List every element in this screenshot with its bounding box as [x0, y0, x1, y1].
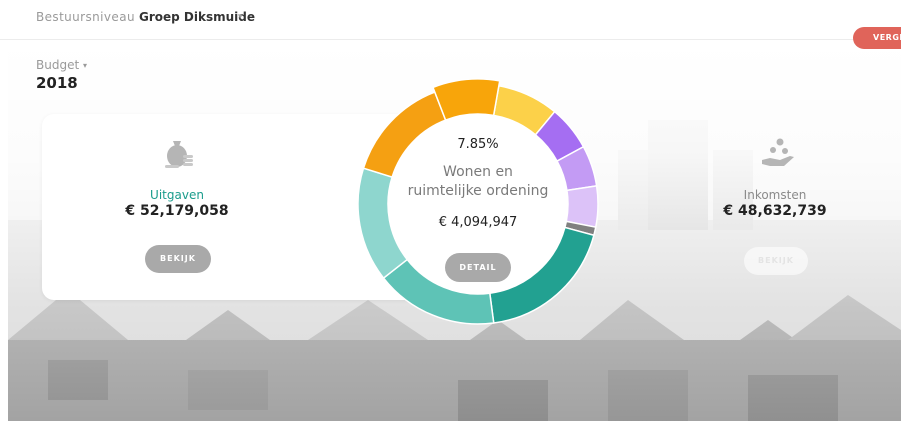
breadcrumb-label: Bestuursniveau — [36, 10, 135, 24]
chevron-down-icon[interactable]: ▾ — [83, 61, 87, 70]
money-bag-icon — [165, 141, 193, 168]
selected-category-value: € 4,094,947 — [438, 215, 518, 230]
income-value: € 48,632,739 — [723, 203, 827, 219]
chevron-down-icon[interactable]: ▾ — [238, 12, 243, 22]
donut-slice[interactable] — [432, 78, 501, 122]
selected-category-line1: Wonen en — [443, 164, 513, 180]
top-bar: Bestuursniveau Groep Diksmuide ▾ — [0, 0, 901, 40]
view-expenses-button[interactable]: BEKIJK — [145, 245, 211, 273]
donut-slice[interactable] — [565, 185, 599, 229]
selected-category-line2: ruimtelijke ordening — [407, 183, 549, 199]
selected-category-name: Wonen en ruimtelijke ordening — [398, 163, 558, 201]
budget-selector-label[interactable]: Budget — [36, 58, 79, 72]
hand-coins-icon — [762, 138, 794, 166]
compare-button[interactable]: VERGELIJ — [853, 27, 901, 49]
income-label: Inkomsten — [743, 188, 807, 202]
expenses-value: € 52,179,058 — [125, 203, 229, 219]
detail-button[interactable]: DETAIL — [445, 253, 511, 282]
expenses-label: Uitgaven — [150, 188, 204, 202]
budget-year: 2018 — [36, 74, 78, 92]
budget-donut-chart[interactable] — [356, 77, 600, 331]
selected-percentage: 7.85% — [457, 137, 499, 152]
view-income-button[interactable]: BEKIJK — [744, 247, 808, 275]
